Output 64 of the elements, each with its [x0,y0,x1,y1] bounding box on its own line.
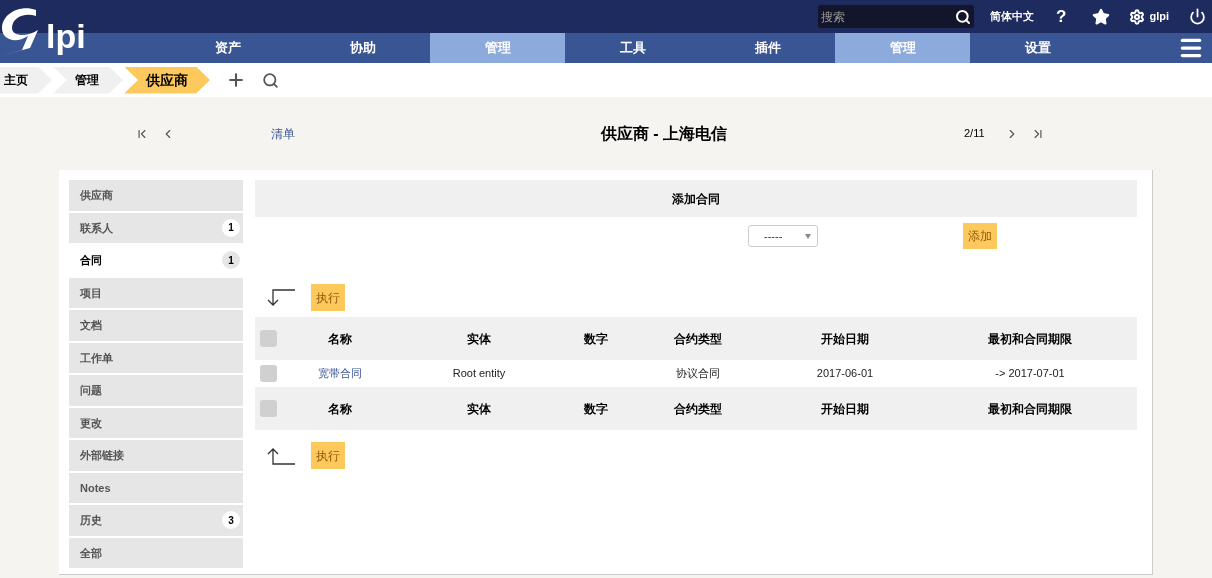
sidebar-tab[interactable]: 外部链接 [69,440,243,471]
column-header[interactable]: 合约类型 [629,329,767,348]
add-button[interactable]: 添加 [963,223,997,249]
table-cell-text: 协议合同 [675,366,721,382]
breadcrumb[interactable]: 管理 [53,66,123,94]
column-header[interactable]: 数字 [563,329,629,348]
add-icon[interactable] [226,70,246,90]
help-link[interactable]: ? [1056,3,1067,30]
caret-icon [805,233,811,239]
contract-link[interactable]: 宽带合同 [285,365,395,382]
column-header[interactable]: 数字 [563,399,629,418]
power-icon[interactable] [1189,8,1206,25]
execute-button[interactable]: 执行 [311,442,345,469]
column-header[interactable]: 名称 [285,329,395,348]
sidebar-tab[interactable]: Notes [69,472,243,503]
column-header[interactable]: 名称 [285,399,395,418]
logo-text: lpi [46,19,86,53]
column-header[interactable]: 实体 [395,399,563,418]
search-input[interactable]: 搜索 [821,7,956,26]
search-field[interactable]: 搜索 [818,5,975,28]
star-icon[interactable] [1092,7,1111,26]
sidebar-tab[interactable]: 联系人 1 [69,212,243,243]
menu-tab[interactable]: 协助 [295,33,430,63]
execute-button[interactable]: 执行 [311,284,345,311]
record-position: 2/11 [964,126,985,142]
sidebar-tab[interactable]: 更改 [69,407,243,438]
checkbox[interactable] [260,365,277,382]
settings-icon[interactable] [1129,8,1146,25]
table-cell-text: 2017-06-01 [815,366,875,382]
sidebar-tab[interactable]: 工作单 [69,342,243,373]
section-header: 添加合同 [255,180,1137,217]
table-cell-text: -> 2017-07-01 [994,366,1066,382]
menu-tab[interactable]: 工具 [565,33,700,63]
column-header[interactable]: 开始日期 [767,329,923,348]
breadcrumb[interactable]: 主页 [0,66,52,94]
sidebar-tab[interactable]: 供应商 [69,180,243,211]
column-header[interactable]: 实体 [395,329,563,348]
page-title: 供应商 - 上海电信 [599,123,729,144]
count-badge: 1 [222,218,240,237]
breadcrumb[interactable]: 供应商 [124,66,210,94]
arrow-down-icon [265,287,295,308]
menu-tab[interactable]: 设置 [970,33,1105,63]
count-badge: 3 [222,511,240,530]
menu-tab[interactable]: 资产 [160,33,295,63]
sidebar-tab[interactable]: 问题 [69,375,243,406]
search-icon[interactable] [262,71,279,89]
language-link[interactable]: 简体中文 [990,8,1035,25]
list-link[interactable]: 清单 [271,124,571,143]
sidebar-tab[interactable]: 文档 [69,310,243,341]
sidebar-tab[interactable]: 项目 [69,277,243,308]
user-link[interactable]: glpi [1149,8,1169,25]
checkbox[interactable] [260,400,277,417]
search-icon[interactable] [955,8,972,25]
column-header[interactable]: 最初和合同期限 [923,329,1137,348]
checkbox[interactable] [260,330,277,347]
menu-tab[interactable]: 插件 [700,33,835,63]
table-cell-text: Root entity [451,366,507,382]
column-header[interactable]: 最初和合同期限 [923,399,1137,418]
column-header[interactable]: 合约类型 [629,399,767,418]
contract-dropdown[interactable]: ----- [748,225,818,247]
sidebar-tab[interactable]: 全部 [69,537,243,568]
sidebar-tab[interactable]: 历史 3 [69,505,243,536]
column-header[interactable]: 开始日期 [767,399,923,418]
count-badge: 1 [222,251,240,270]
